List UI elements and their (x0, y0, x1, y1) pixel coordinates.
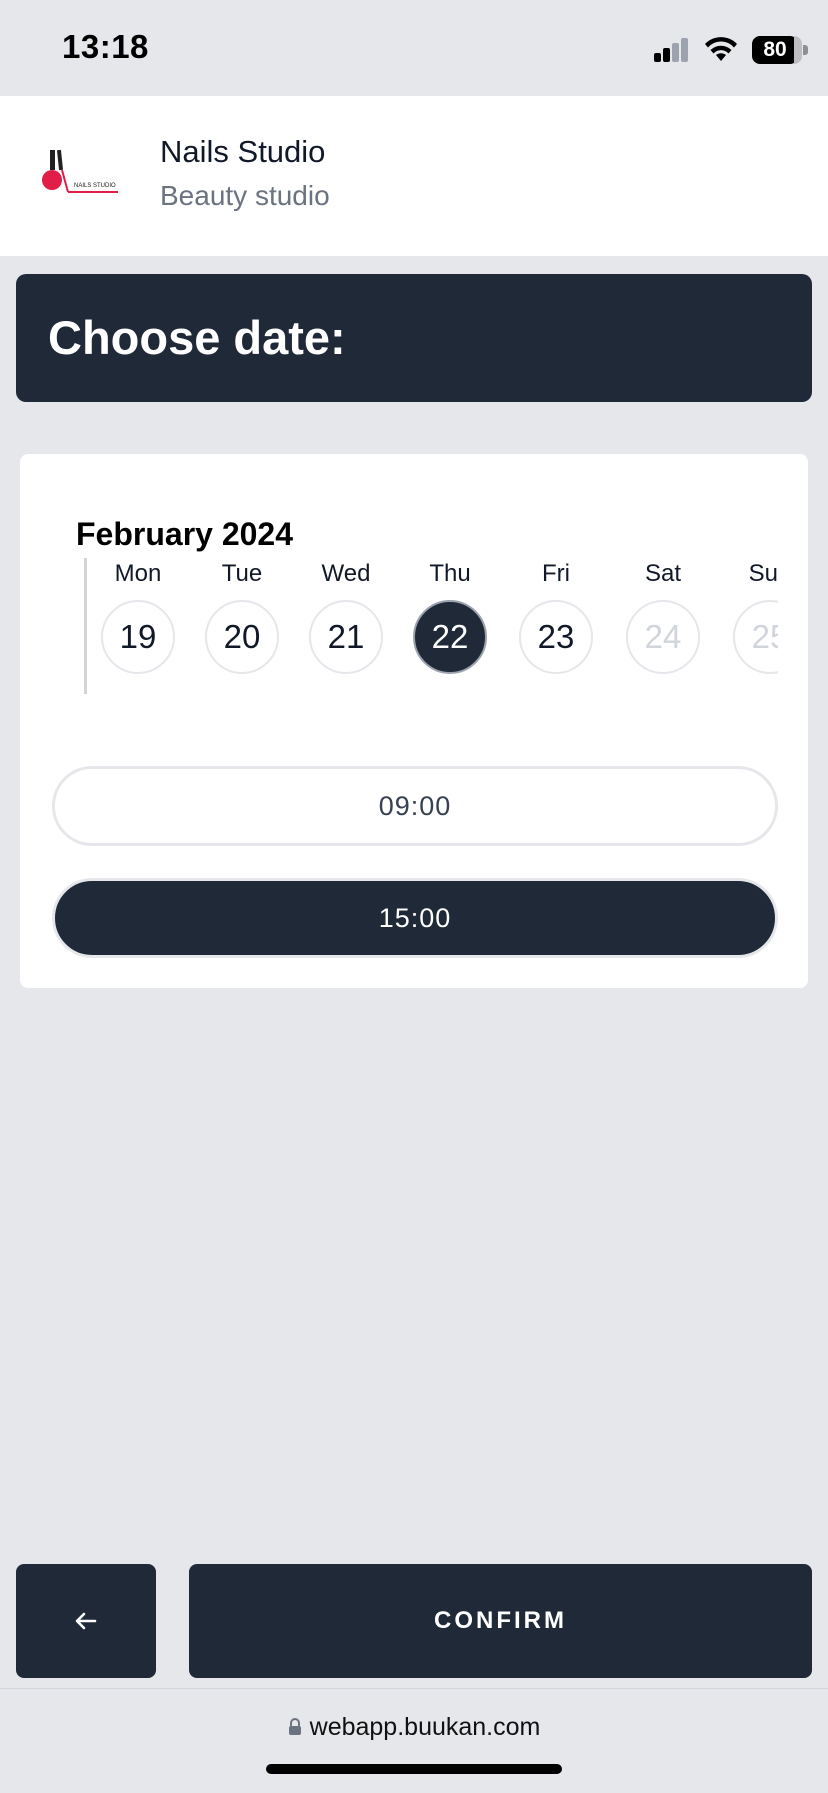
browser-url-bar[interactable]: webapp.buukan.com (0, 1688, 828, 1793)
status-time: 13:18 (62, 28, 149, 65)
day-thu-selected[interactable]: Thu 22 (410, 554, 490, 674)
day-number[interactable]: 20 (205, 600, 279, 674)
day-number: 24 (626, 600, 700, 674)
day-fri[interactable]: Fri 23 (516, 554, 596, 674)
page-title: Choose date: (48, 311, 346, 364)
day-name: Sun (748, 560, 778, 587)
url-text: webapp.buukan.com (309, 1713, 541, 1741)
nails-studio-logo: NAILS STUDIO (42, 149, 118, 193)
day-name: Sat (644, 560, 682, 587)
svg-text:NAILS STUDIO: NAILS STUDIO (74, 183, 116, 189)
arrow-left-icon (75, 1612, 97, 1630)
month-title: February 2024 (76, 516, 294, 552)
battery-icon: 80 (752, 36, 808, 64)
day-name: Tue (221, 560, 263, 587)
day-mon[interactable]: Mon 19 (98, 554, 178, 674)
day-name: Wed (321, 560, 371, 587)
status-bar: 13:18 80 (0, 0, 828, 96)
day-sun-disabled: Sun 25 (730, 554, 778, 674)
url-display[interactable]: webapp.buukan.com (0, 1713, 828, 1742)
back-button[interactable] (16, 1564, 156, 1678)
day-number: 25 (733, 600, 778, 674)
confirm-button[interactable]: CONFIRM (189, 1564, 812, 1678)
time-slot-1500-selected[interactable]: 15:00 (52, 878, 778, 958)
day-name: Mon (114, 560, 162, 587)
day-number[interactable]: 22 (413, 600, 487, 674)
day-tue[interactable]: Tue 20 (202, 554, 282, 674)
day-number[interactable]: 23 (519, 600, 593, 674)
day-number[interactable]: 19 (101, 600, 175, 674)
status-icons: 80 (654, 32, 808, 68)
title-banner: Choose date: (16, 274, 812, 402)
day-name: Fri (542, 560, 570, 587)
cellular-signal-icon (654, 38, 688, 62)
calendar-divider (84, 558, 87, 694)
battery-level: 80 (763, 38, 787, 61)
business-subtitle: Beauty studio (160, 180, 330, 211)
business-header: NAILS STUDIO Nails Studio Beauty studio (0, 96, 828, 256)
week-strip[interactable]: Mon 19 Tue 20 Wed 21 Thu 22 Fri 23 Sat 2… (90, 554, 778, 704)
home-indicator[interactable] (266, 1764, 562, 1774)
day-wed[interactable]: Wed 21 (306, 554, 386, 674)
lock-icon (288, 1718, 301, 1735)
time-slot-0900[interactable]: 09:00 (52, 766, 778, 846)
day-sat-disabled: Sat 24 (623, 554, 703, 674)
date-picker-card: February 2024 Mon 19 Tue 20 Wed 21 Thu 2… (20, 454, 808, 988)
wifi-icon (705, 37, 737, 61)
day-name: Thu (429, 560, 471, 587)
day-number[interactable]: 21 (309, 600, 383, 674)
business-name: Nails Studio (160, 134, 326, 169)
